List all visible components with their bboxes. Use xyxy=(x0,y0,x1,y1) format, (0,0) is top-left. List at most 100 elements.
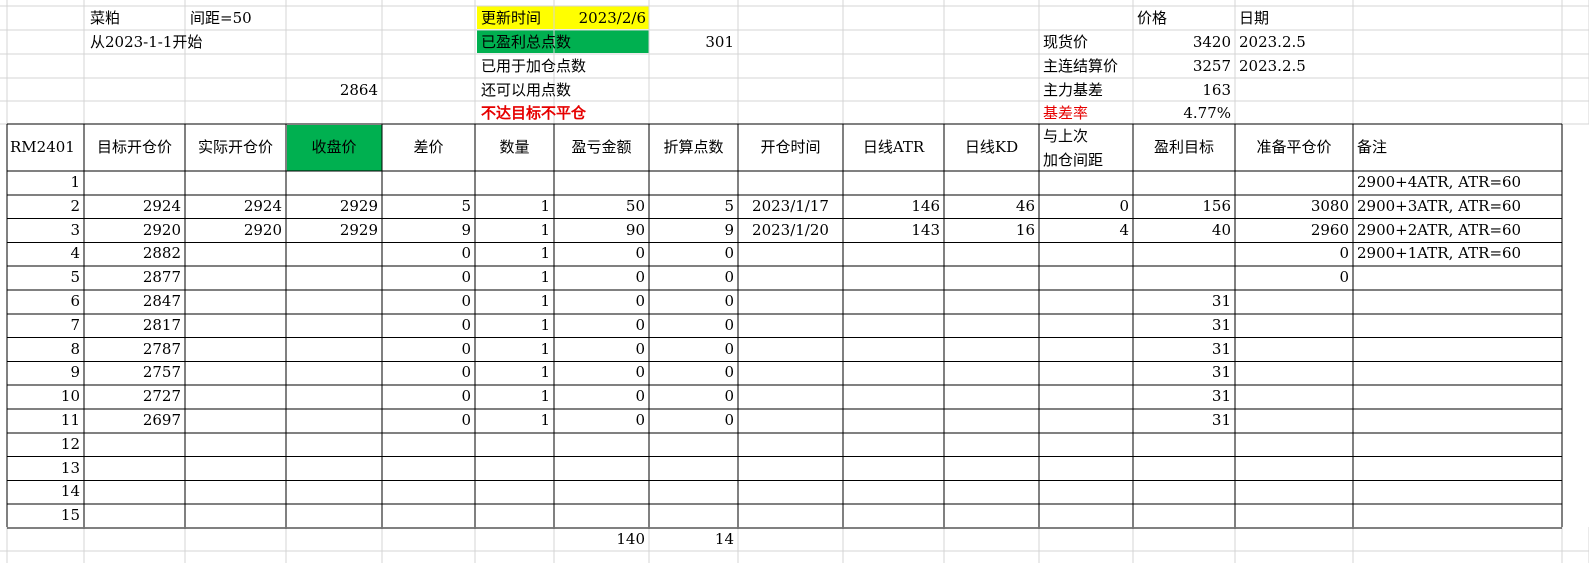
row-5-col-1[interactable]: 2877 xyxy=(84,270,181,285)
row-5-col-7[interactable]: 0 xyxy=(649,270,734,285)
row-3-remark[interactable]: 2900+2ATR, ATR=60 xyxy=(1357,222,1557,238)
row-6-col-4[interactable]: 0 xyxy=(382,294,471,309)
basis-label[interactable]: 主力基差 xyxy=(1043,83,1133,98)
header-10[interactable]: 日线KD xyxy=(944,140,1039,155)
header-4[interactable]: 差价 xyxy=(382,140,475,155)
row-10-col-6[interactable]: 0 xyxy=(554,389,645,404)
row-5-col-13[interactable]: 0 xyxy=(1235,270,1349,285)
row-2-remark[interactable]: 2900+3ATR, ATR=60 xyxy=(1357,198,1557,214)
used-points-label[interactable]: 已用于加仓点数 xyxy=(481,59,641,74)
row-6-col-5[interactable]: 1 xyxy=(475,294,550,309)
row-1-remark[interactable]: 2900+4ATR, ATR=60 xyxy=(1357,175,1557,190)
row-11-col-1[interactable]: 2697 xyxy=(84,413,181,428)
row-4-col-13[interactable]: 0 xyxy=(1235,246,1349,261)
row-9-col-4[interactable]: 0 xyxy=(382,365,471,380)
row-3-col-8[interactable]: 2023/1/20 xyxy=(738,222,843,238)
row-2-col-5[interactable]: 1 xyxy=(475,198,550,214)
row-7-col-4[interactable]: 0 xyxy=(382,317,471,333)
row-2-col-10[interactable]: 46 xyxy=(944,198,1035,214)
price-header[interactable]: 价格 xyxy=(1137,11,1227,26)
header-13[interactable]: 盈利目标 xyxy=(1133,140,1235,155)
row-11-col-0[interactable]: 11 xyxy=(7,413,80,428)
row-6-col-7[interactable]: 0 xyxy=(649,294,734,309)
row-12-col-0[interactable]: 12 xyxy=(7,436,80,452)
start-date-label[interactable]: 从2023-1-1开始 xyxy=(90,35,290,50)
header-distance-line1[interactable]: 与上次 xyxy=(1043,129,1131,144)
row-3-col-11[interactable]: 4 xyxy=(1039,222,1129,238)
header-1[interactable]: 目标开仓价 xyxy=(84,140,185,155)
row-8-col-0[interactable]: 8 xyxy=(7,341,80,357)
value-2864[interactable]: 2864 xyxy=(286,83,378,98)
row-8-col-4[interactable]: 0 xyxy=(382,341,471,357)
row-8-col-5[interactable]: 1 xyxy=(475,341,550,357)
total-profit-label[interactable]: 已盈利总点数 xyxy=(481,35,641,50)
row-8-col-6[interactable]: 0 xyxy=(554,341,645,357)
total-points[interactable]: 14 xyxy=(649,532,734,547)
spot-price-date[interactable]: 2023.2.5 xyxy=(1239,35,1349,50)
row-5-col-5[interactable]: 1 xyxy=(475,270,550,285)
row-11-col-6[interactable]: 0 xyxy=(554,413,645,428)
row-2-col-9[interactable]: 146 xyxy=(843,198,940,214)
total-profit-value[interactable]: 301 xyxy=(649,35,734,50)
total-amount[interactable]: 140 xyxy=(554,532,645,547)
row-2-col-6[interactable]: 50 xyxy=(554,198,645,214)
row-9-col-7[interactable]: 0 xyxy=(649,365,734,380)
row-6-col-12[interactable]: 31 xyxy=(1133,294,1231,309)
basis-rate-value[interactable]: 4.77% xyxy=(1133,106,1231,121)
row-11-col-12[interactable]: 31 xyxy=(1133,413,1231,428)
row-4-col-1[interactable]: 2882 xyxy=(84,246,181,261)
spot-price-label[interactable]: 现货价 xyxy=(1043,35,1133,50)
row-7-col-6[interactable]: 0 xyxy=(554,317,645,333)
row-5-col-0[interactable]: 5 xyxy=(7,270,80,285)
row-8-col-1[interactable]: 2787 xyxy=(84,341,181,357)
commodity-label[interactable]: 菜粕 xyxy=(90,11,180,26)
row-8-col-7[interactable]: 0 xyxy=(649,341,734,357)
row-6-col-6[interactable]: 0 xyxy=(554,294,645,309)
row-6-col-0[interactable]: 6 xyxy=(7,294,80,309)
row-2-col-1[interactable]: 2924 xyxy=(84,198,181,214)
warning-text[interactable]: 不达目标不平仓 xyxy=(481,106,641,121)
row-2-col-8[interactable]: 2023/1/17 xyxy=(738,198,843,214)
update-time-value[interactable]: 2023/2/6 xyxy=(560,11,646,26)
row-3-col-4[interactable]: 9 xyxy=(382,222,471,238)
date-header[interactable]: 日期 xyxy=(1239,11,1329,26)
row-4-col-5[interactable]: 1 xyxy=(475,246,550,261)
header-5[interactable]: 数量 xyxy=(475,140,554,155)
header-remarks[interactable]: 备注 xyxy=(1357,140,1457,155)
header-distance-line2[interactable]: 加仓间距 xyxy=(1043,153,1131,168)
row-9-col-1[interactable]: 2757 xyxy=(84,365,181,380)
basis-value[interactable]: 163 xyxy=(1133,83,1231,98)
row-10-col-1[interactable]: 2727 xyxy=(84,389,181,404)
row-15-col-0[interactable]: 15 xyxy=(7,508,80,523)
row-1-col-0[interactable]: 1 xyxy=(7,175,80,190)
row-3-col-2[interactable]: 2920 xyxy=(185,222,282,238)
row-9-col-0[interactable]: 9 xyxy=(7,365,80,380)
main-settle-date[interactable]: 2023.2.5 xyxy=(1239,59,1349,74)
header-2[interactable]: 实际开仓价 xyxy=(185,140,286,155)
row-3-col-12[interactable]: 40 xyxy=(1133,222,1231,238)
spot-price-value[interactable]: 3420 xyxy=(1133,35,1231,50)
row-4-col-6[interactable]: 0 xyxy=(554,246,645,261)
row-7-col-7[interactable]: 0 xyxy=(649,317,734,333)
row-7-col-1[interactable]: 2817 xyxy=(84,317,181,333)
header-7[interactable]: 折算点数 xyxy=(649,140,738,155)
update-time-label[interactable]: 更新时间 xyxy=(481,11,561,26)
remaining-points-label[interactable]: 还可以用点数 xyxy=(481,83,641,98)
row-11-col-5[interactable]: 1 xyxy=(475,413,550,428)
row-3-col-13[interactable]: 2960 xyxy=(1235,222,1349,238)
header-6[interactable]: 盈亏金额 xyxy=(554,140,649,155)
row-3-col-7[interactable]: 9 xyxy=(649,222,734,238)
row-5-col-4[interactable]: 0 xyxy=(382,270,471,285)
row-4-col-0[interactable]: 4 xyxy=(7,246,80,261)
row-11-col-4[interactable]: 0 xyxy=(382,413,471,428)
row-2-col-13[interactable]: 3080 xyxy=(1235,198,1349,214)
row-5-col-6[interactable]: 0 xyxy=(554,270,645,285)
row-3-col-6[interactable]: 90 xyxy=(554,222,645,238)
row-10-col-12[interactable]: 31 xyxy=(1133,389,1231,404)
row-3-col-3[interactable]: 2929 xyxy=(286,222,378,238)
row-3-col-1[interactable]: 2920 xyxy=(84,222,181,238)
row-2-col-4[interactable]: 5 xyxy=(382,198,471,214)
main-settle-value[interactable]: 3257 xyxy=(1133,59,1231,74)
row-10-col-4[interactable]: 0 xyxy=(382,389,471,404)
row-7-col-5[interactable]: 1 xyxy=(475,317,550,333)
